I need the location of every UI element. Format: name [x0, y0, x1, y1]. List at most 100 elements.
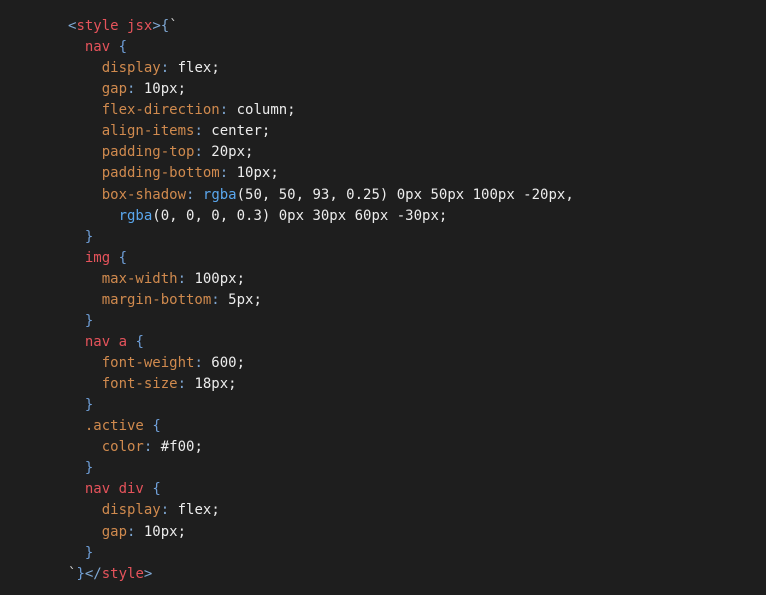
code-token-val: [68, 397, 85, 413]
code-token-prop: box-shadow: [101, 186, 187, 203]
code-line: <style jsx>{`: [68, 16, 574, 37]
code-token-val: [110, 39, 118, 55]
code-token-prop: gap: [101, 523, 128, 540]
code-token-brace: {: [135, 333, 144, 350]
code-token-val: [194, 187, 202, 203]
code-token-prop: margin-bottom: [101, 291, 212, 308]
code-token-prop: .active: [84, 418, 144, 435]
code-token-prop: align-items: [101, 123, 195, 140]
code-line: }: [68, 458, 574, 479]
code-token-tag: style: [76, 18, 119, 34]
code-token-prop: max-width: [101, 270, 178, 287]
code-token-prop: padding-top: [101, 144, 195, 161]
code-line: }: [68, 395, 574, 416]
code-token-val: column;: [228, 102, 296, 119]
code-line: box-shadow: rgba(50, 50, 93, 0.25) 0px 5…: [68, 185, 574, 206]
code-line: }: [68, 543, 574, 564]
code-line: }: [68, 311, 574, 332]
code-token-prop: padding-bottom: [101, 165, 220, 182]
code-token-val: [68, 39, 85, 55]
code-token-sel: img: [84, 249, 111, 266]
code-token-val: [68, 165, 102, 181]
code-line: gap: 10px;: [68, 79, 574, 100]
code-line: padding-bottom: 10px;: [68, 163, 574, 184]
code-token-brace: {: [118, 249, 128, 266]
code-line: nav div {: [68, 479, 574, 500]
code-token-punct: :: [160, 502, 170, 519]
code-token-val: [68, 60, 102, 76]
code-token-prop: gap: [101, 81, 128, 98]
code-token-val: 10px;: [135, 523, 187, 540]
code-token-str: `: [169, 18, 178, 34]
code-token-punct: :: [211, 291, 220, 308]
code-token-prop: font-weight: [101, 355, 195, 371]
code-line: align-items: center;: [68, 121, 574, 142]
code-token-val: flex;: [169, 60, 220, 77]
code-token-tag: style: [101, 565, 144, 582]
code-line: gap: 10px;: [68, 522, 574, 543]
code-token-val: [68, 123, 102, 139]
code-token-val: flex;: [169, 502, 220, 519]
code-token-val: [68, 418, 85, 434]
code-token-prop: display: [101, 60, 161, 77]
code-token-val: [68, 313, 85, 329]
code-token-val: 18px;: [186, 376, 237, 393]
code-token-val: 10px;: [228, 165, 279, 182]
code-line: font-weight: 600;: [68, 353, 574, 374]
code-token-val: #f00;: [152, 439, 203, 456]
code-block: <style jsx>{` nav { display: flex; gap: …: [68, 16, 574, 585]
code-token-brace: {: [152, 418, 161, 435]
code-token-prop: color: [101, 439, 144, 456]
code-token-prop: flex-direction: [101, 102, 220, 119]
code-line: }: [68, 227, 574, 248]
code-token-punct: :: [219, 165, 229, 182]
code-token-val: (50, 50, 93, 0.25) 0px 50px 100px -20px,: [236, 186, 574, 203]
code-token-val: [68, 439, 102, 455]
code-token-brace: }: [84, 544, 94, 561]
code-token-punct: :: [219, 102, 229, 119]
code-token-brace: }: [84, 228, 94, 245]
code-token-val: [68, 81, 102, 97]
code-line: display: flex;: [68, 58, 574, 79]
code-token-val: [68, 502, 102, 518]
code-token-punct: </: [84, 565, 102, 582]
code-token-val: [68, 187, 102, 203]
code-token-fn: rgba: [118, 207, 153, 224]
code-line: img {: [68, 248, 574, 269]
code-token-val: 5px;: [219, 291, 262, 308]
code-line: flex-direction: column;: [68, 100, 574, 121]
code-line: font-size: 18px;: [68, 374, 574, 395]
code-token-punct: :: [177, 270, 187, 287]
code-line: nav {: [68, 37, 574, 58]
code-line: margin-bottom: 5px;: [68, 290, 574, 311]
code-token-val: [68, 208, 119, 224]
code-line: padding-top: 20px;: [68, 142, 574, 163]
code-token-val: [68, 545, 85, 561]
code-token-sel: nav: [84, 39, 111, 56]
code-token-val: [68, 229, 85, 245]
code-token-brace: }: [76, 565, 85, 582]
code-token-punct: :: [194, 144, 203, 161]
code-token-val: [68, 102, 102, 118]
code-line: `}</style>: [68, 564, 574, 585]
code-line: rgba(0, 0, 0, 0.3) 0px 30px 60px -30px;: [68, 206, 574, 227]
code-token-val: [68, 334, 85, 350]
code-token-val: [119, 18, 127, 34]
code-token-brace: }: [84, 460, 94, 477]
code-token-sel: nav a: [84, 333, 128, 350]
code-token-val: [68, 460, 85, 476]
code-token-val: 10px;: [135, 81, 187, 98]
code-token-val: center;: [202, 123, 271, 140]
code-token-sel: nav div: [84, 481, 144, 498]
code-token-val: 20px;: [202, 144, 254, 161]
code-token-brace: {: [152, 481, 161, 498]
code-token-val: [68, 376, 102, 392]
code-line: .active {: [68, 416, 574, 437]
code-token-punct: :: [177, 376, 187, 393]
code-line: display: flex;: [68, 500, 574, 521]
code-line: max-width: 100px;: [68, 269, 574, 290]
code-token-prop: font-size: [101, 376, 178, 393]
code-token-val: [68, 481, 85, 497]
code-token-val: [68, 355, 102, 371]
code-token-brace: }: [84, 397, 94, 414]
